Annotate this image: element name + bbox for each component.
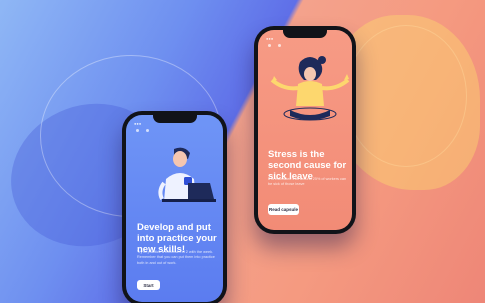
background-contour bbox=[345, 25, 467, 167]
start-button[interactable]: Start bbox=[137, 280, 160, 290]
phone-right-screen: ●●● Stress is the second cause for sick … bbox=[258, 30, 352, 230]
menu-icon[interactable] bbox=[146, 129, 149, 132]
showcase-scene: ●●● Develop and put into practice your n… bbox=[0, 0, 485, 303]
phone-notch bbox=[152, 115, 197, 123]
back-icon[interactable] bbox=[268, 44, 271, 47]
menu-icon[interactable] bbox=[278, 44, 281, 47]
back-icon[interactable] bbox=[136, 129, 139, 132]
person-meditating-illustration bbox=[270, 56, 350, 121]
phone-left-body: Try to practice a minimum of 2 with the … bbox=[137, 250, 215, 265]
phone-left-screen: ●●● Develop and put into practice your n… bbox=[126, 115, 223, 302]
status-bar: ●●● bbox=[134, 121, 142, 126]
phone-notch bbox=[283, 30, 327, 38]
person-with-laptop-illustration bbox=[158, 147, 216, 202]
read-capsule-button[interactable]: Read capsule bbox=[268, 204, 299, 215]
phone-left: ●●● Develop and put into practice your n… bbox=[122, 111, 227, 303]
status-bar: ●●● bbox=[266, 36, 274, 41]
phone-right: ●●● Stress is the second cause for sick … bbox=[254, 26, 356, 234]
phone-right-body: It is estimated that around 25% of worke… bbox=[268, 177, 347, 187]
